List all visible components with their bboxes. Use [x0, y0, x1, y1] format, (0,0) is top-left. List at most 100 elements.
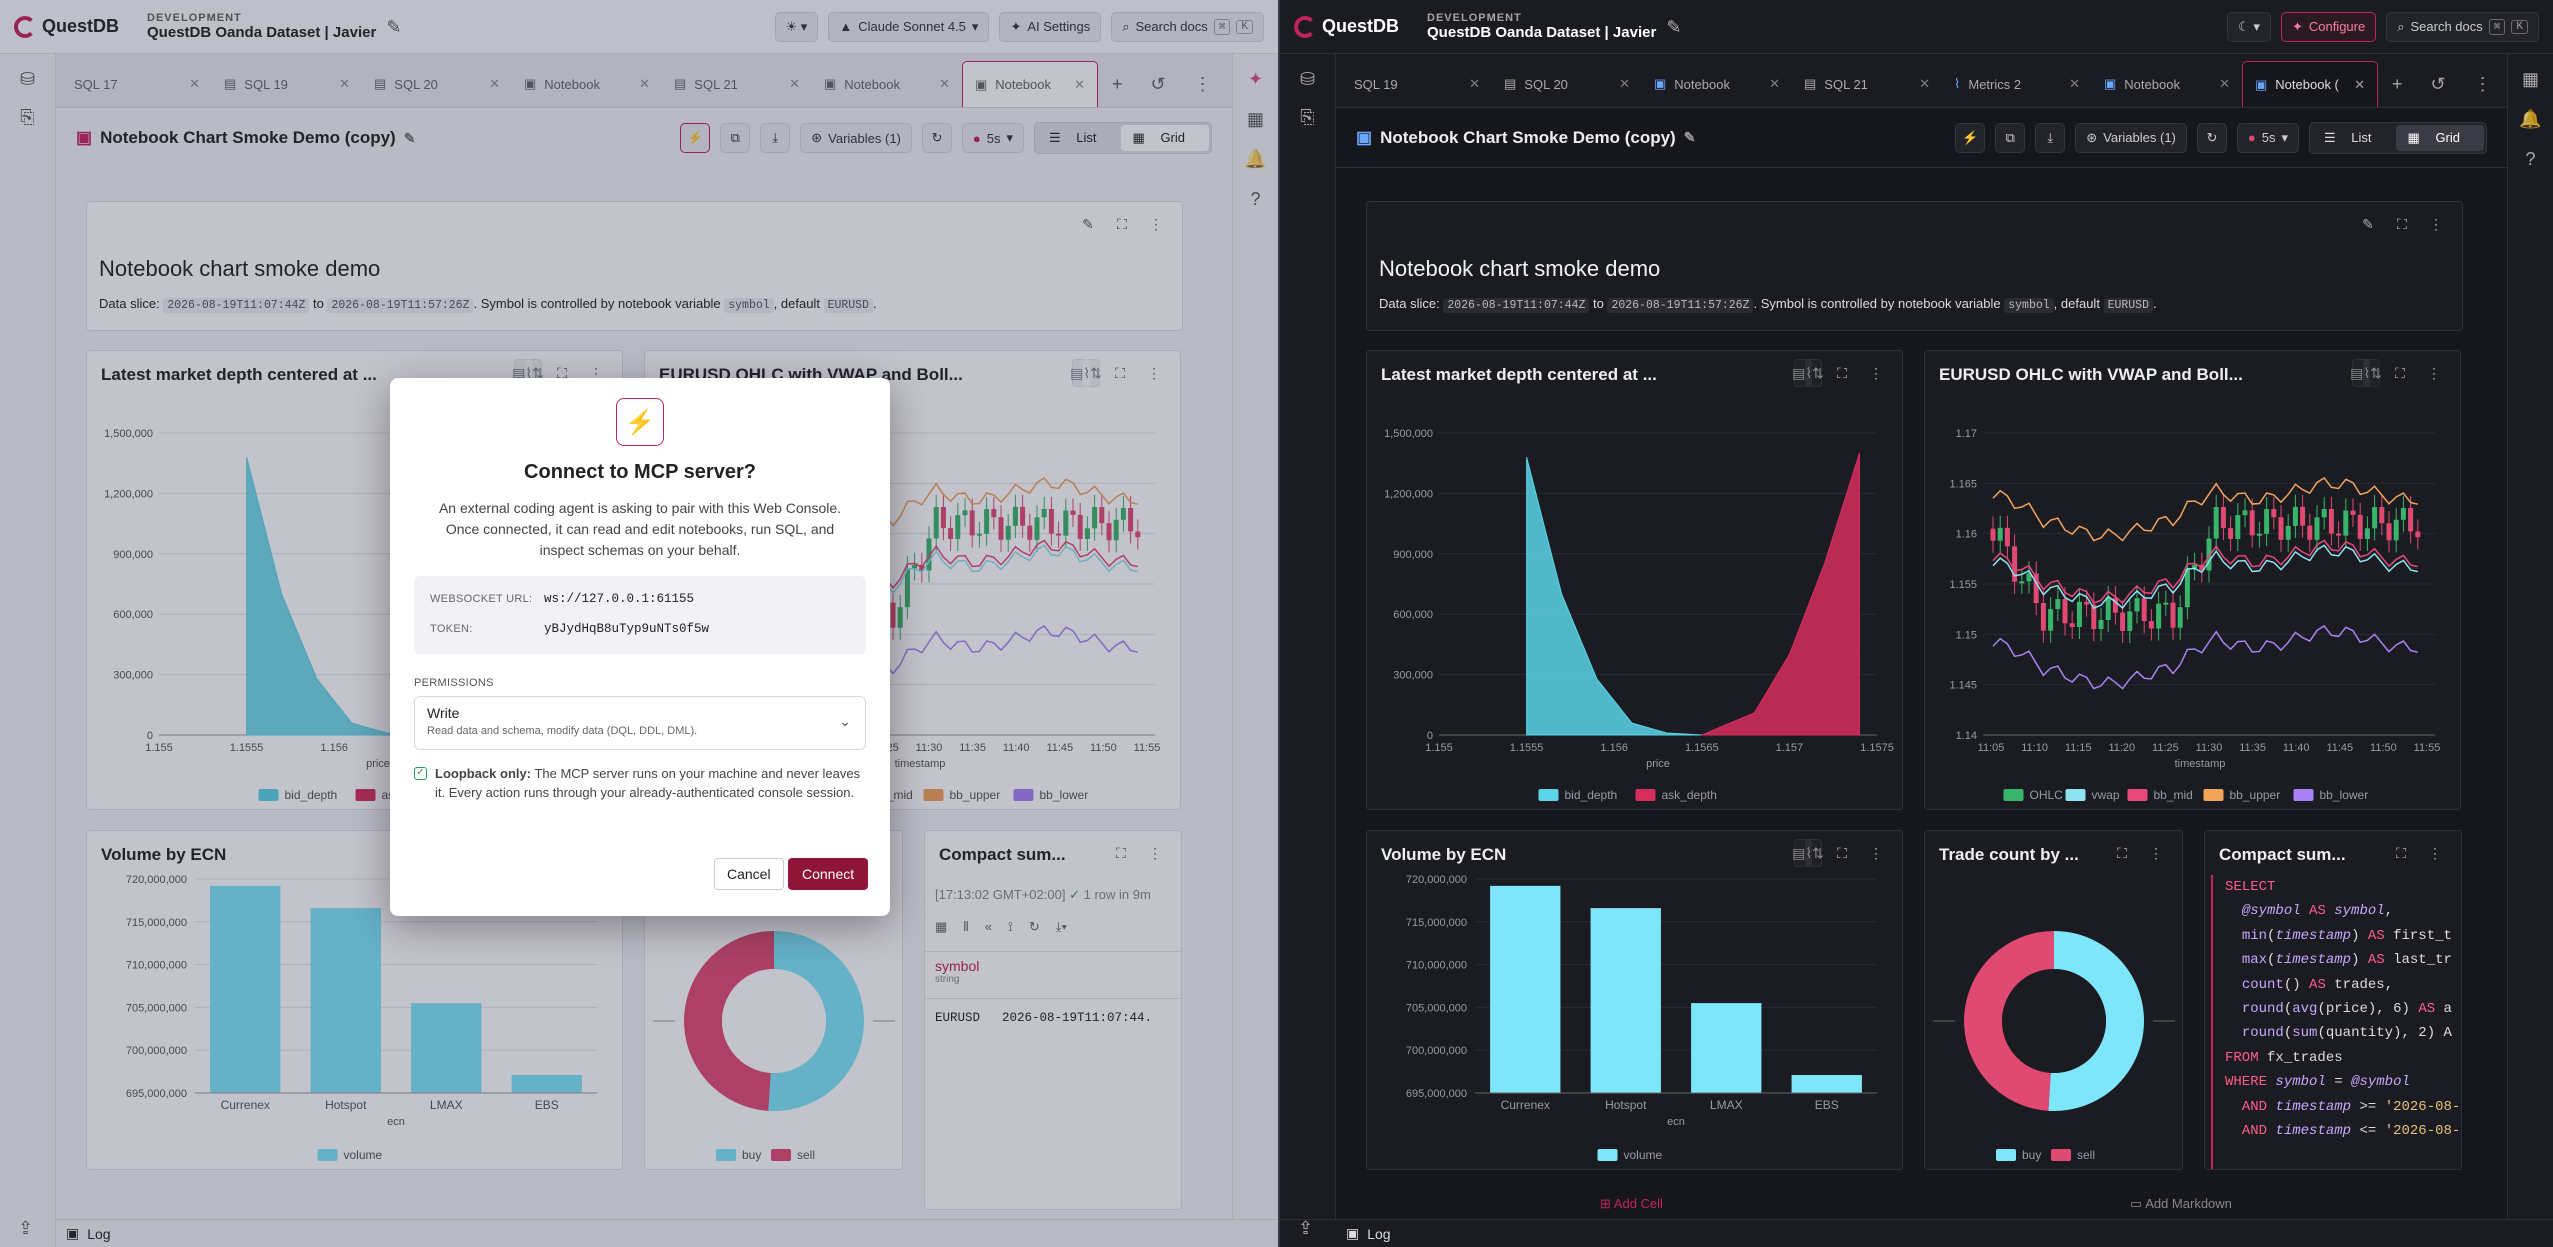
candle-body	[2177, 607, 2183, 628]
y-tick-label: 720,000,000	[1406, 874, 1467, 886]
close-icon[interactable]: ✕	[2354, 77, 2365, 93]
configure-button[interactable]: ✦ Configure	[2280, 11, 2377, 42]
notifications-icon[interactable]: 🔔	[2519, 110, 2541, 128]
tab[interactable]: SQL 19 ✕	[1342, 61, 1492, 107]
candle-body	[2321, 509, 2327, 518]
x-tick-label: Hotspot	[1605, 1098, 1647, 1112]
sql-line: round(avg(price), 6) AS a	[2241, 1001, 2452, 1018]
series-ask_depth-area	[1701, 452, 1860, 736]
import-icon[interactable]: ⎘	[1300, 108, 1314, 126]
log-bar[interactable]: ▣ Log	[1280, 1219, 2553, 1247]
edit-title-icon[interactable]: ✎	[1684, 129, 1696, 146]
tab[interactable]: ⌇ Metrics 2 ✕	[1942, 61, 2092, 107]
view-grid-button[interactable]: ▦ Grid	[2395, 124, 2484, 151]
close-icon[interactable]: ✕	[1769, 76, 1780, 92]
close-icon[interactable]: ✕	[1469, 76, 1480, 92]
y-tick-label: 705,000,000	[1406, 1002, 1467, 1014]
more-icon[interactable]: ⋮	[2422, 210, 2450, 238]
y-tick-label: 695,000,000	[1406, 1088, 1467, 1100]
mcp-button[interactable]: ⚡	[1955, 122, 1986, 153]
loopback-note: ✓ Loopback only: The MCP server runs on …	[414, 764, 866, 802]
questdb-logo[interactable]: QuestDB	[1294, 15, 1399, 38]
candle-body	[2076, 601, 2082, 628]
x-tick-label: 11:05	[1978, 742, 2005, 754]
view-list-button[interactable]: ☰ List	[2312, 125, 2396, 151]
sql-editor[interactable]: SELECT @symbol AS symbol, min(timestamp)…	[2211, 875, 2461, 1169]
right-console-pane: QuestDB DEVELOPMENT QuestDB Oanda Dataset…	[1280, 0, 2553, 1247]
log-icon: ▣	[1346, 1225, 1360, 1241]
tab[interactable]: ▤ SQL 21 ✕	[1792, 61, 1942, 107]
legend-swatch	[1635, 789, 1656, 801]
candle-body	[2062, 599, 2068, 624]
candle-body	[2393, 519, 2399, 541]
candle-body	[2372, 507, 2378, 529]
chevron-down-icon: ⌄	[839, 713, 851, 729]
x-tick-label: 1.156	[1600, 742, 1628, 754]
candle-body	[2415, 531, 2421, 538]
candle-body	[2314, 517, 2320, 540]
close-icon[interactable]: ✕	[1919, 76, 1930, 92]
dialog-description: An external coding agent is asking to pa…	[438, 500, 842, 558]
x-tick-label: 11:35	[2239, 742, 2266, 754]
connect-button[interactable]: Connect	[788, 858, 869, 890]
download-button[interactable]: ⤓	[2035, 122, 2066, 153]
history-icon[interactable]: ↺	[2431, 74, 2446, 95]
close-icon[interactable]: ✕	[1619, 76, 1630, 92]
theme-toggle-button[interactable]: ☾ ▾	[2227, 11, 2271, 42]
sql-icon: ▤	[1804, 76, 1817, 91]
cancel-button[interactable]: Cancel	[714, 858, 784, 890]
help-icon[interactable]: ?	[2525, 150, 2535, 168]
add-cell-button[interactable]: ⊞ Add Cell	[1600, 1196, 1663, 1212]
legend-label: bid_depth	[1565, 788, 1618, 802]
upload-icon[interactable]: ⇪	[1298, 1219, 1313, 1237]
tab[interactable]: ▤ SQL 20 ✕	[1492, 61, 1642, 107]
add-tab-icon[interactable]: +	[2392, 74, 2403, 95]
add-markdown-button[interactable]: ▭ Add Markdown	[2130, 1196, 2232, 1212]
close-icon[interactable]: ✕	[2069, 76, 2080, 92]
candle-body	[2163, 602, 2169, 605]
connection-details: WEBSOCKET URL: ws://127.0.0.1:61155 TOKEN…	[414, 576, 866, 654]
x-tick-label: 1.155	[1425, 742, 1453, 754]
candle-body	[2220, 507, 2226, 529]
ohlc-chart[interactable]: 1.14 1.145 1.15 1.155 1.16 1.165 1.17 11:05 11:1…	[1925, 351, 2461, 810]
x-tick-label: 1.157	[1776, 742, 1804, 754]
variables-button[interactable]: ⊛ Variables (1)	[2075, 122, 2187, 153]
tab[interactable]: ▣ Notebook ✕	[2092, 61, 2242, 107]
volume-chart[interactable]: 695,000,000 700,000,000 705,000,000 710,000…	[1367, 831, 1903, 1170]
duplicate-button[interactable]: ⧉	[1995, 122, 2026, 153]
depth-chart[interactable]: 0 300,000 600,000 900,000 1,200,000 1,500,000…	[1367, 351, 1903, 810]
notebook-icon: ▣	[2255, 76, 2268, 92]
close-icon[interactable]: ✕	[2219, 76, 2230, 92]
refresh-button[interactable]: ↻	[2196, 122, 2227, 153]
candle-body	[2055, 599, 2061, 610]
more-icon[interactable]: ⋮	[2474, 74, 2492, 95]
auto-refresh-select[interactable]: ● 5s ▾	[2236, 122, 2300, 153]
expand-icon[interactable]: ⛶	[2387, 839, 2415, 867]
y-tick-label: 1.15	[1956, 629, 1977, 641]
variable-icon: ⊛	[2086, 129, 2098, 145]
y-tick-label: 1.155	[1949, 579, 1977, 591]
candle-body	[2004, 527, 2010, 547]
sql-line: @symbol AS symbol,	[2241, 903, 2394, 920]
edit-icon[interactable]: ✎	[2354, 210, 2382, 238]
trade-count-chart[interactable]: buy sell	[1925, 831, 2183, 1170]
permissions-select[interactable]: Write Read data and schema, modify data …	[414, 696, 866, 750]
database-icon[interactable]: ⛁	[1300, 70, 1315, 88]
y-tick-label: 700,000,000	[1406, 1045, 1467, 1057]
legend-swatch	[2127, 789, 2148, 801]
x-tick-label: 11:20	[2108, 742, 2135, 754]
y-tick-label: 900,000	[1393, 549, 1433, 561]
table-icon[interactable]: ▦	[2522, 70, 2539, 88]
token-value: yBJydHqB8uTyp9uNTs0f5w	[544, 622, 710, 636]
expand-icon[interactable]: ⛶	[2388, 210, 2416, 238]
edit-env-icon[interactable]: ✎	[1666, 18, 1681, 36]
candle-body	[2048, 609, 2054, 631]
search-docs-button[interactable]: ⌕ Search docs ⌘ K	[2386, 11, 2539, 42]
y-tick-label: 1.14	[1956, 730, 1977, 742]
more-icon[interactable]: ⋮	[2421, 839, 2449, 867]
sql-line: SELECT	[2225, 879, 2276, 895]
tab[interactable]: ▣ Notebook ✕	[1642, 61, 1792, 107]
tab-bar: SQL 19 ✕ ▤ SQL 20 ✕ ▣ Notebook ✕ ▤ SQL 21 ✕ ⌇ Me…	[1336, 54, 2507, 108]
candle-body	[2343, 510, 2349, 536]
tab-active[interactable]: ▣Notebook (copy)✕	[2242, 61, 2378, 107]
